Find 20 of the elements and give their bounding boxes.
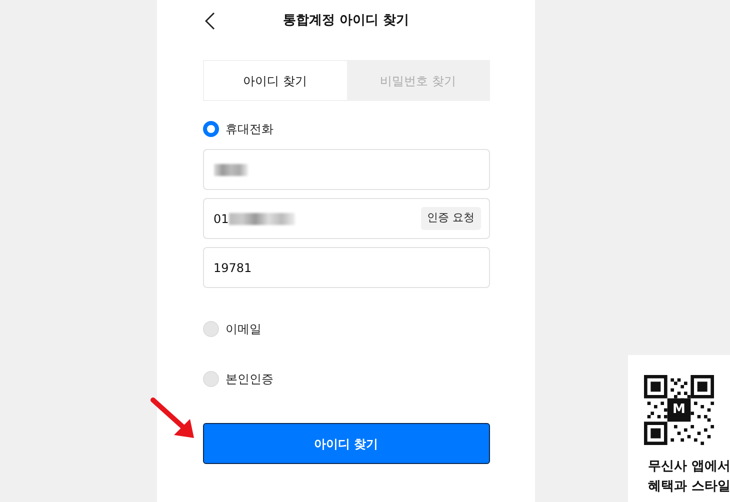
radio-button[interactable] [202,121,218,137]
verify-request-button[interactable]: 인증 요청 [421,207,480,230]
radio-label: 휴대전화 [226,121,274,138]
page-title: 통합계정 아이디 찾기 [282,12,410,30]
phone-field[interactable]: 01 인증 요청 [202,198,490,239]
radio-label: 본인인증 [226,371,274,388]
blurred-text [228,212,295,224]
arrow-icon [150,398,194,438]
find-id-button[interactable]: 아이디 찾기 [202,423,490,464]
back-icon[interactable] [204,12,214,30]
blurred-text [214,164,248,176]
promo-text: 혜택과 스타일 [648,478,730,496]
qr-logo: M [672,402,686,418]
promo-text: 무신사 앱에서 [648,458,730,476]
tab[interactable]: 아이디 찾기 [202,60,346,101]
radio-label: 이메일 [226,321,262,338]
qr-code-icon [644,375,714,445]
input-field[interactable]: 19781 [202,247,490,288]
field-value: 01 [214,210,229,228]
input-field[interactable] [202,149,490,190]
